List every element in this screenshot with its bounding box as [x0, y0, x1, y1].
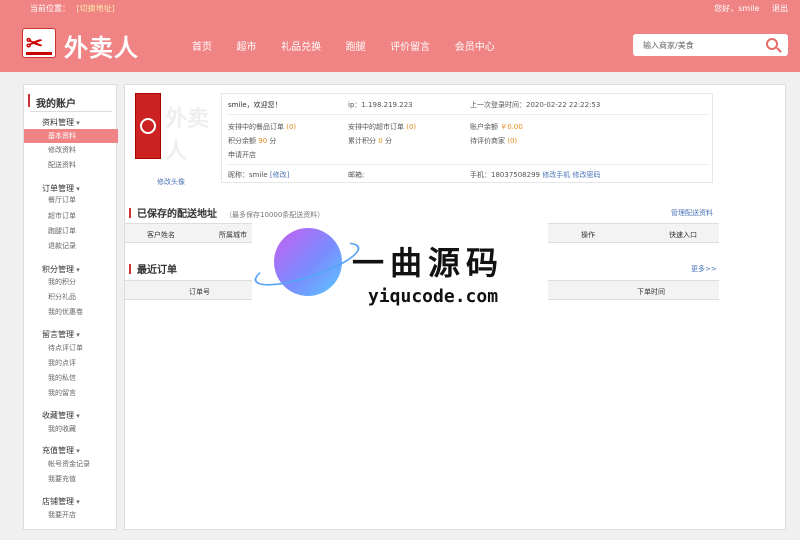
watermark-cn: 一曲源码	[352, 244, 505, 282]
nav-reviews[interactable]: 评价留言	[390, 38, 430, 53]
greeting[interactable]: 您好，smile	[714, 4, 759, 13]
nav-home[interactable]: 首页	[192, 38, 212, 53]
sidebar-title: 我的账户	[36, 99, 76, 110]
nav-gifts[interactable]: 礼品兑换	[281, 38, 321, 53]
total-points-value: 0	[378, 137, 383, 145]
sidebar-group-label[interactable]: 店铺管理	[42, 496, 80, 507]
last-login-time: 上一次登录时间：2020-02-22 22:22:53	[470, 101, 601, 109]
phone: 手机：18037508299 修改手机 修改密码	[470, 171, 601, 179]
nav-market[interactable]: 超市	[237, 38, 257, 53]
sidebar-group-label[interactable]: 充值管理	[42, 445, 80, 456]
divider	[226, 164, 710, 165]
market-orders-count[interactable]: (0)	[406, 123, 416, 131]
nav-errand[interactable]: 跑腿	[346, 38, 366, 53]
sidebar-item-my-favorites[interactable]: 我的收藏	[24, 422, 118, 436]
switch-address-link[interactable]: [切换地址]	[77, 4, 115, 13]
logo-icon[interactable]: ✂	[22, 28, 56, 58]
avatar-brand-text: 外卖人	[165, 107, 210, 164]
change-phone-link[interactable]: 修改手机	[542, 171, 570, 179]
main-nav: 首页 超市 礼品兑换 跑腿 评价留言 会员中心	[192, 38, 517, 53]
avatar[interactable]	[135, 93, 161, 159]
sidebar-group-label[interactable]: 收藏管理	[42, 410, 80, 421]
sidebar-item-basic-info[interactable]: 基本资料	[24, 129, 118, 143]
pending-reviews-count[interactable]: (0)	[507, 137, 517, 145]
sidebar-item-point-gifts[interactable]: 积分礼品	[24, 290, 118, 304]
watermark-en: yiqucode.com	[368, 286, 499, 307]
site-header: ✂ 外卖人 首页 超市 礼品兑换 跑腿 评价留言 会员中心 输入商家/美食	[0, 16, 800, 72]
sidebar-item-open-shop[interactable]: 我要开店	[24, 508, 118, 522]
search-input[interactable]: 输入商家/美食	[643, 40, 694, 51]
current-location: 当前位置： [切换地址]	[30, 3, 115, 14]
sidebar-item-edit-info[interactable]: 修改资料	[24, 143, 118, 157]
more-orders-link[interactable]: 更多>>	[691, 264, 717, 274]
watermark: 一曲源码 yiqucode.com	[250, 218, 548, 318]
apply-shop-link[interactable]: 申请开店	[228, 150, 256, 160]
sidebar-item-private-messages[interactable]: 我的私信	[24, 371, 118, 385]
manage-delivery-link[interactable]: 管理配送资料	[671, 208, 713, 218]
col-customer-name: 客户姓名	[147, 231, 175, 239]
sidebar-item-recharge[interactable]: 我要充值	[24, 472, 118, 486]
col-order-number: 订单号	[189, 288, 210, 296]
points-balance: 积分余额 90 分	[228, 137, 277, 145]
sidebar-item-delivery-info[interactable]: 配送资料	[24, 158, 118, 172]
welcome-text: smile，欢迎您！	[228, 101, 282, 109]
location-label: 当前位置：	[30, 4, 70, 13]
profile-card: 外卖人 修改头像	[135, 91, 215, 191]
account-balance: 账户余额 ￥0.00	[470, 123, 523, 131]
brand-name[interactable]: 外卖人	[64, 28, 139, 63]
orders-section-title: 最近订单	[129, 261, 177, 276]
ip-address: ip：1.198.219.223	[348, 101, 413, 109]
top-bar: 当前位置： [切换地址] 您好，smile 退出	[0, 0, 800, 16]
title-accent	[28, 94, 30, 107]
food-orders: 安排中的餐品订单 (0)	[228, 123, 297, 131]
sidebar-item-my-reviews[interactable]: 我的点评	[24, 356, 118, 370]
sidebar-group-label[interactable]: 留言管理	[42, 329, 80, 340]
points-value: 90	[258, 137, 268, 145]
sidebar-item-fund-records[interactable]: 帐号资金记录	[24, 457, 118, 471]
balance-value: ￥0.00	[500, 123, 523, 131]
search-box[interactable]: 输入商家/美食	[633, 34, 788, 56]
change-password-link[interactable]: 修改密码	[572, 171, 600, 179]
sidebar-item-my-messages[interactable]: 我的留言	[24, 386, 118, 400]
nav-member-center[interactable]: 会员中心	[455, 38, 495, 53]
sidebar-item-market-orders[interactable]: 超市订单	[24, 209, 118, 223]
col-quick-access: 快速入口	[669, 231, 697, 239]
col-actions: 操作	[581, 231, 595, 239]
nickname: 昵称：smile [修改]	[228, 171, 290, 179]
search-icon[interactable]	[766, 38, 778, 50]
account-info-panel: smile，欢迎您！ ip：1.198.219.223 上一次登录时间：2020…	[221, 93, 713, 183]
user-links: 您好，smile 退出	[704, 3, 788, 14]
food-orders-count[interactable]: (0)	[286, 123, 296, 131]
sidebar-item-errand-orders[interactable]: 跑腿订单	[24, 224, 118, 238]
sidebar-item-pending-reviews[interactable]: 待点评订单	[24, 341, 118, 355]
edit-nickname-link[interactable]: [修改]	[270, 171, 289, 179]
total-points: 累计积分 0 分	[348, 137, 392, 145]
divider	[30, 111, 112, 112]
col-city: 所属城市	[219, 231, 247, 239]
sidebar-item-coupons[interactable]: 我的优惠卷	[24, 305, 118, 319]
email: 邮箱:	[348, 171, 365, 179]
divider	[226, 114, 710, 115]
sidebar-item-refunds[interactable]: 退款记录	[24, 239, 118, 253]
change-avatar-link[interactable]: 修改头像	[157, 177, 185, 187]
sidebar-group-label[interactable]: 积分管理	[42, 264, 80, 275]
sidebar-group-label[interactable]: 资料管理	[42, 117, 80, 128]
account-sidebar: 我的账户 资料管理 基本资料 修改资料 配送资料 订单管理 餐厅订单 超市订单 …	[23, 84, 118, 530]
market-orders: 安排中的超市订单 (0)	[348, 123, 417, 131]
sidebar-item-restaurant-orders[interactable]: 餐厅订单	[24, 193, 118, 207]
sidebar-item-my-points[interactable]: 我的积分	[24, 275, 118, 289]
col-order-time: 下单时间	[637, 288, 665, 296]
pending-reviews: 待评价商家 (0)	[470, 137, 518, 145]
logout-link[interactable]: 退出	[772, 4, 788, 13]
